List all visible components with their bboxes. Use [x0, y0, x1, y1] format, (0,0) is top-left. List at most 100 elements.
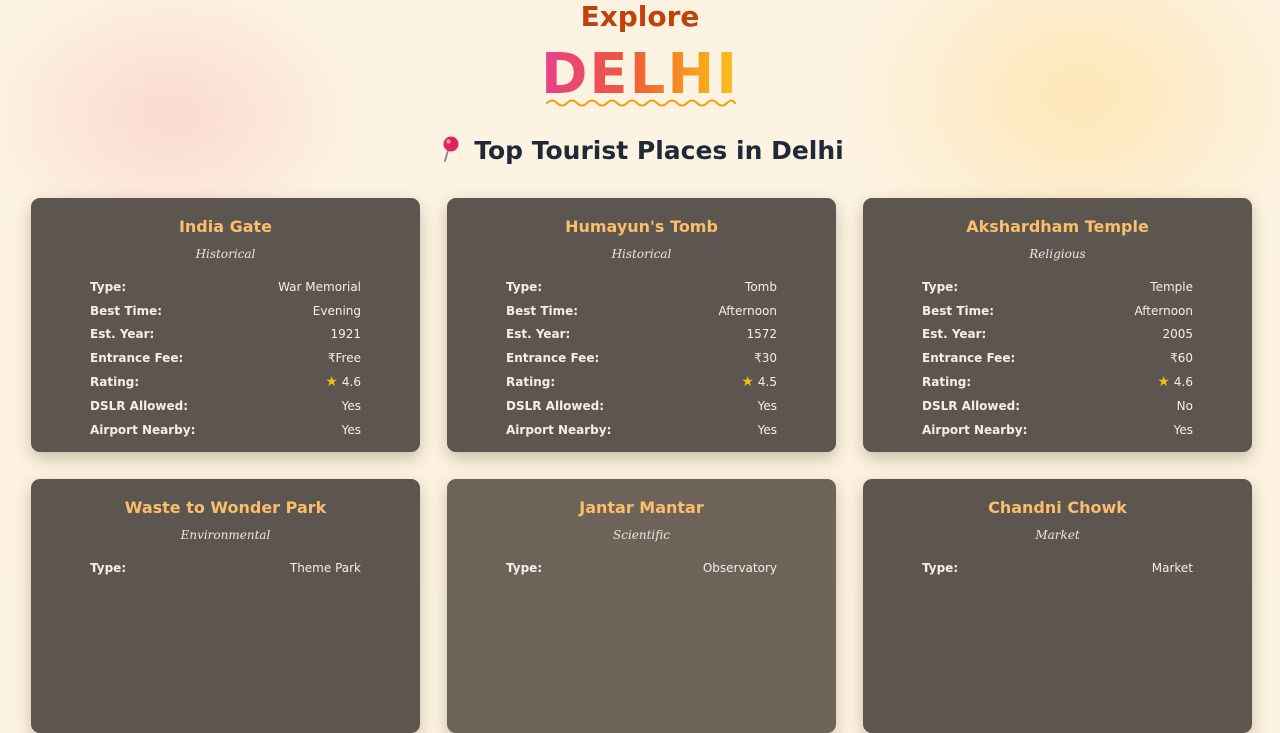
- detail-value: Temple: [1150, 279, 1193, 294]
- detail-row-best-time: Best Time: Afternoon: [506, 299, 777, 323]
- detail-label: DSLR Allowed:: [90, 398, 189, 413]
- detail-value: 1921: [330, 327, 361, 342]
- detail-label: DSLR Allowed:: [922, 398, 1021, 413]
- detail-row-rating: Rating: ★ 4.6: [922, 370, 1193, 394]
- detail-row-entrance-fee: Entrance Fee: ₹60: [922, 346, 1193, 370]
- detail-value: Observatory: [702, 560, 777, 575]
- rating-value: ★ 4.6: [325, 374, 361, 390]
- place-card-jantar-mantar[interactable]: Jantar Mantar Scientific Type: Observator…: [447, 479, 836, 733]
- place-card-akshardham-temple[interactable]: Akshardham Temple Religious Type: Temple …: [863, 198, 1252, 452]
- detail-value: Afternoon: [1134, 303, 1194, 318]
- place-category: Religious: [1029, 247, 1086, 261]
- star-icon: ★: [325, 374, 338, 391]
- place-details: Type: Tomb Best Time: Afternoon Est. Year:…: [506, 275, 777, 442]
- detail-row-type: Type: Theme Park: [90, 556, 361, 580]
- place-category: Scientific: [613, 528, 670, 542]
- detail-label: Rating:: [922, 375, 972, 390]
- detail-row-dslr: DSLR Allowed: Yes: [506, 394, 777, 418]
- place-card-chandni-chowk[interactable]: Chandni Chowk Market Type: Market: [863, 479, 1252, 733]
- detail-row-best-time: Best Time: Afternoon: [922, 299, 1193, 323]
- detail-row-est-year: Est. Year: 1572: [506, 323, 777, 347]
- detail-value: Yes: [1173, 422, 1193, 437]
- place-category: Environmental: [180, 528, 271, 542]
- rating-number: 4.6: [341, 375, 361, 390]
- detail-label: Type:: [90, 560, 127, 575]
- detail-row-dslr: DSLR Allowed: Yes: [90, 394, 361, 418]
- detail-label: DSLR Allowed:: [506, 398, 605, 413]
- place-name: Akshardham Temple: [966, 217, 1149, 236]
- detail-row-est-year: Est. Year: 1921: [90, 323, 361, 347]
- place-card-india-gate[interactable]: India Gate Historical Type: War Memorial …: [31, 198, 420, 452]
- place-details: Type: Temple Best Time: Afternoon Est. Yea…: [922, 275, 1193, 442]
- place-card-humayuns-tomb[interactable]: Humayun's Tomb Historical Type: Tomb Best…: [447, 198, 836, 452]
- detail-row-type: Type: Temple: [922, 275, 1193, 299]
- detail-value: Yes: [341, 422, 361, 437]
- detail-label: Airport Nearby:: [90, 422, 196, 437]
- place-details: Type: Market: [922, 556, 1193, 580]
- detail-value: War Memorial: [278, 279, 361, 294]
- detail-row-dslr: DSLR Allowed: No: [922, 394, 1193, 418]
- detail-label: Type:: [506, 279, 543, 294]
- detail-row-rating: Rating: ★ 4.5: [506, 370, 777, 394]
- detail-label: Type:: [90, 279, 127, 294]
- detail-row-entrance-fee: Entrance Fee: ₹30: [506, 346, 777, 370]
- pushpin-icon: [443, 136, 459, 162]
- place-name: India Gate: [178, 217, 273, 236]
- place-name: Waste to Wonder Park: [124, 498, 327, 517]
- detail-value: 2005: [1162, 327, 1193, 342]
- place-card-waste-to-wonder-park[interactable]: Waste to Wonder Park Environmental Type:…: [31, 479, 420, 733]
- detail-label: Est. Year:: [90, 327, 155, 342]
- place-name: Chandni Chowk: [988, 498, 1127, 517]
- detail-row-est-year: Est. Year: 2005: [922, 323, 1193, 347]
- detail-row-airport: Airport Nearby: Yes: [506, 418, 777, 442]
- detail-label: Type:: [922, 279, 959, 294]
- detail-label: Airport Nearby:: [506, 422, 612, 437]
- detail-value: Yes: [757, 422, 777, 437]
- detail-label: Airport Nearby:: [922, 422, 1028, 437]
- rating-value: ★ 4.5: [741, 374, 777, 390]
- detail-label: Entrance Fee:: [90, 351, 184, 366]
- squiggle-underline-icon: [546, 99, 736, 107]
- rating-number: 4.6: [1173, 375, 1193, 390]
- place-name: Humayun's Tomb: [565, 217, 718, 236]
- detail-value: Market: [1151, 560, 1193, 575]
- explore-heading: Explore: [580, 0, 700, 33]
- detail-value: Yes: [757, 398, 777, 413]
- detail-row-type: Type: Market: [922, 556, 1193, 580]
- detail-row-airport: Airport Nearby: Yes: [922, 418, 1193, 442]
- section-title-text: Top Tourist Places in Delhi: [474, 136, 844, 165]
- detail-row-best-time: Best Time: Evening: [90, 299, 361, 323]
- place-details: Type: War Memorial Best Time: Evening Est.…: [90, 275, 361, 442]
- detail-label: Rating:: [90, 375, 140, 390]
- detail-label: Best Time:: [922, 303, 995, 318]
- detail-value: ₹60: [1170, 351, 1193, 366]
- rating-number: 4.5: [757, 375, 777, 390]
- detail-value: ₹30: [754, 351, 777, 366]
- detail-label: Best Time:: [506, 303, 579, 318]
- detail-label: Entrance Fee:: [506, 351, 600, 366]
- detail-row-airport: Airport Nearby: Yes: [90, 418, 361, 442]
- rating-value: ★ 4.6: [1157, 374, 1193, 390]
- star-icon: ★: [741, 374, 754, 391]
- place-details: Type: Observatory: [506, 556, 777, 580]
- detail-value: Afternoon: [718, 303, 778, 318]
- detail-label: Est. Year:: [922, 327, 987, 342]
- detail-value: No: [1176, 398, 1193, 413]
- detail-label: Rating:: [506, 375, 556, 390]
- section-title: Top Tourist Places in Delhi: [0, 134, 1280, 168]
- detail-row-type: Type: War Memorial: [90, 275, 361, 299]
- place-category: Historical: [195, 247, 256, 261]
- detail-value: ₹Free: [327, 351, 361, 366]
- detail-row-type: Type: Observatory: [506, 556, 777, 580]
- place-details: Type: Theme Park: [90, 556, 361, 580]
- detail-row-type: Type: Tomb: [506, 275, 777, 299]
- detail-label: Est. Year:: [506, 327, 571, 342]
- detail-value: 1572: [746, 327, 777, 342]
- place-name: Jantar Mantar: [579, 498, 704, 517]
- detail-value: Evening: [312, 303, 361, 318]
- place-category: Historical: [611, 247, 672, 261]
- detail-value: Tomb: [745, 279, 777, 294]
- detail-label: Entrance Fee:: [922, 351, 1016, 366]
- detail-label: Type:: [922, 560, 959, 575]
- detail-label: Best Time:: [90, 303, 163, 318]
